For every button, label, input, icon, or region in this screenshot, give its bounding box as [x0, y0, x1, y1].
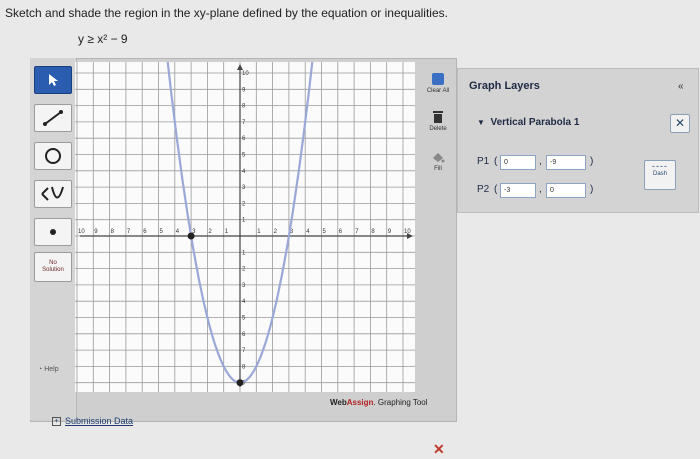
- layer-item-vertical-parabola[interactable]: ▼ Vertical Parabola 1: [477, 117, 579, 128]
- line-tool-button[interactable]: [34, 104, 72, 132]
- y-tick-label: 1: [242, 250, 246, 256]
- x-tick-label: 8: [111, 229, 115, 235]
- x-tick-label: 1: [225, 229, 229, 235]
- collapse-panel-icon[interactable]: «: [678, 81, 684, 92]
- y-tick-label: 7: [242, 120, 246, 126]
- circle-icon: [45, 148, 61, 164]
- x-tick-label: 4: [176, 229, 180, 235]
- delete-layer-button[interactable]: ✕: [670, 114, 690, 133]
- dash-label: Dash: [652, 171, 667, 177]
- y-tick-label: 2: [242, 201, 246, 207]
- y-tick-label: 2: [242, 267, 246, 273]
- line-icon: [43, 110, 63, 126]
- x-tick-label: 5: [323, 229, 327, 235]
- p2-y-input[interactable]: [546, 183, 586, 198]
- submission-data-toggle[interactable]: + Submission Data: [52, 416, 134, 427]
- x-tick-label: 9: [388, 229, 392, 235]
- trash-icon: [433, 111, 443, 123]
- p1-y-input[interactable]: [546, 155, 586, 170]
- instructions-text: Sketch and shade the region in the xy-pl…: [5, 6, 448, 20]
- clear-all-label: Clear All: [426, 88, 450, 94]
- y-tick-label: 6: [242, 332, 246, 338]
- brand-suffix: . Graphing Tool: [373, 398, 428, 407]
- fill-icon: [433, 153, 445, 163]
- graph-canvas[interactable]: 10 9 8 7 6 5 4 3 2 1 1 2 3 4 5 6 7 8 9 10109876543211234567…: [75, 62, 415, 392]
- control-point-2: [187, 232, 195, 240]
- point-icon: [50, 229, 56, 235]
- x-tick-label: 4: [306, 229, 310, 235]
- y-tick-label: 1: [242, 218, 246, 224]
- point-tool-button[interactable]: [34, 218, 72, 246]
- fill-button[interactable]: Fill: [420, 150, 456, 172]
- p1-close-paren: ): [590, 156, 594, 167]
- circle-tool-button[interactable]: [34, 142, 72, 170]
- x-tick-label: 5: [160, 229, 164, 235]
- p2-label: P2: [477, 184, 490, 195]
- close-icon[interactable]: ✕: [433, 441, 445, 458]
- x-tick-label: 2: [274, 229, 278, 235]
- x-tick-label: 9: [94, 229, 98, 235]
- x-tick-label: 8: [371, 229, 375, 235]
- parabola-tool-button[interactable]: [34, 180, 72, 208]
- close-icon: ✕: [674, 116, 686, 130]
- x-tick-label: 6: [339, 229, 343, 235]
- y-tick-label: 7: [242, 348, 246, 354]
- parabola-icon: [41, 186, 64, 201]
- help-icon: ◔: [38, 366, 43, 373]
- y-tick-label: 5: [242, 153, 246, 159]
- y-tick-label: 9: [242, 87, 246, 93]
- p2-open-paren: (: [494, 184, 498, 195]
- x-tick-label: 7: [355, 229, 359, 235]
- y-tick-label: 8: [242, 104, 246, 110]
- y-tick-label: 4: [242, 299, 246, 305]
- clear-all-button[interactable]: Clear All: [420, 72, 456, 94]
- help-link[interactable]: ◔ Help: [38, 366, 59, 373]
- x-tick-label: 10: [78, 229, 85, 235]
- graph-layers-title: Graph Layers: [469, 80, 540, 92]
- y-tick-label: 5: [242, 316, 246, 322]
- x-tick-label: 2: [208, 229, 212, 235]
- x-tick-label: 1: [257, 229, 261, 235]
- clear-all-icon: [432, 73, 444, 85]
- equation-text: y ≥ x² − 9: [78, 32, 128, 46]
- y-tick-label: 3: [242, 283, 246, 289]
- p2-comma: ,: [539, 184, 542, 195]
- chevron-down-icon: ▼: [477, 118, 485, 127]
- p2-x-input[interactable]: [500, 183, 536, 198]
- brand-web: Web: [330, 398, 347, 407]
- y-tick-label: 6: [242, 136, 246, 142]
- delete-label: Delete: [429, 126, 447, 132]
- x-tick-label: 10: [404, 229, 411, 235]
- pointer-tool-button[interactable]: [34, 66, 72, 94]
- p1-label: P1: [477, 156, 490, 167]
- no-solution-button[interactable]: No Solution: [34, 252, 72, 282]
- pointer-icon: [49, 74, 58, 86]
- webassign-brand: WebAssign. Graphing Tool: [330, 398, 428, 407]
- y-tick-label: 10: [242, 71, 249, 77]
- y-tick-label: 8: [242, 364, 246, 370]
- p1-comma: ,: [539, 156, 542, 167]
- dash-line-icon: ----: [652, 161, 668, 171]
- expand-icon: +: [52, 417, 61, 427]
- y-axis-arrow: [237, 64, 243, 70]
- x-tick-label: 7: [127, 229, 131, 235]
- layer-name-label: Vertical Parabola 1: [490, 117, 580, 128]
- help-label: Help: [44, 366, 59, 373]
- p2-close-paren: ): [590, 184, 594, 195]
- y-tick-label: 3: [242, 185, 246, 191]
- no-solution-label-2: Solution: [42, 267, 64, 273]
- p1-x-input[interactable]: [500, 155, 536, 170]
- x-tick-label: 6: [143, 229, 147, 235]
- graph-area[interactable]: 10 9 8 7 6 5 4 3 2 1 1 2 3 4 5 6 7 8 9 10 10 9 8 7 6 5 4 3 2 1 1 2 3 4 5 6 7…: [75, 62, 415, 392]
- fill-label: Fill: [434, 166, 442, 172]
- control-point-1: [236, 379, 244, 387]
- submission-data-label: Submission Data: [65, 416, 134, 426]
- brand-assign: Assign: [346, 398, 374, 407]
- no-solution-label-1: No: [49, 260, 57, 266]
- p1-open-paren: (: [494, 156, 498, 167]
- delete-button[interactable]: Delete: [420, 110, 456, 132]
- y-tick-label: 4: [242, 169, 246, 175]
- dash-style-button[interactable]: ---- Dash: [644, 160, 676, 190]
